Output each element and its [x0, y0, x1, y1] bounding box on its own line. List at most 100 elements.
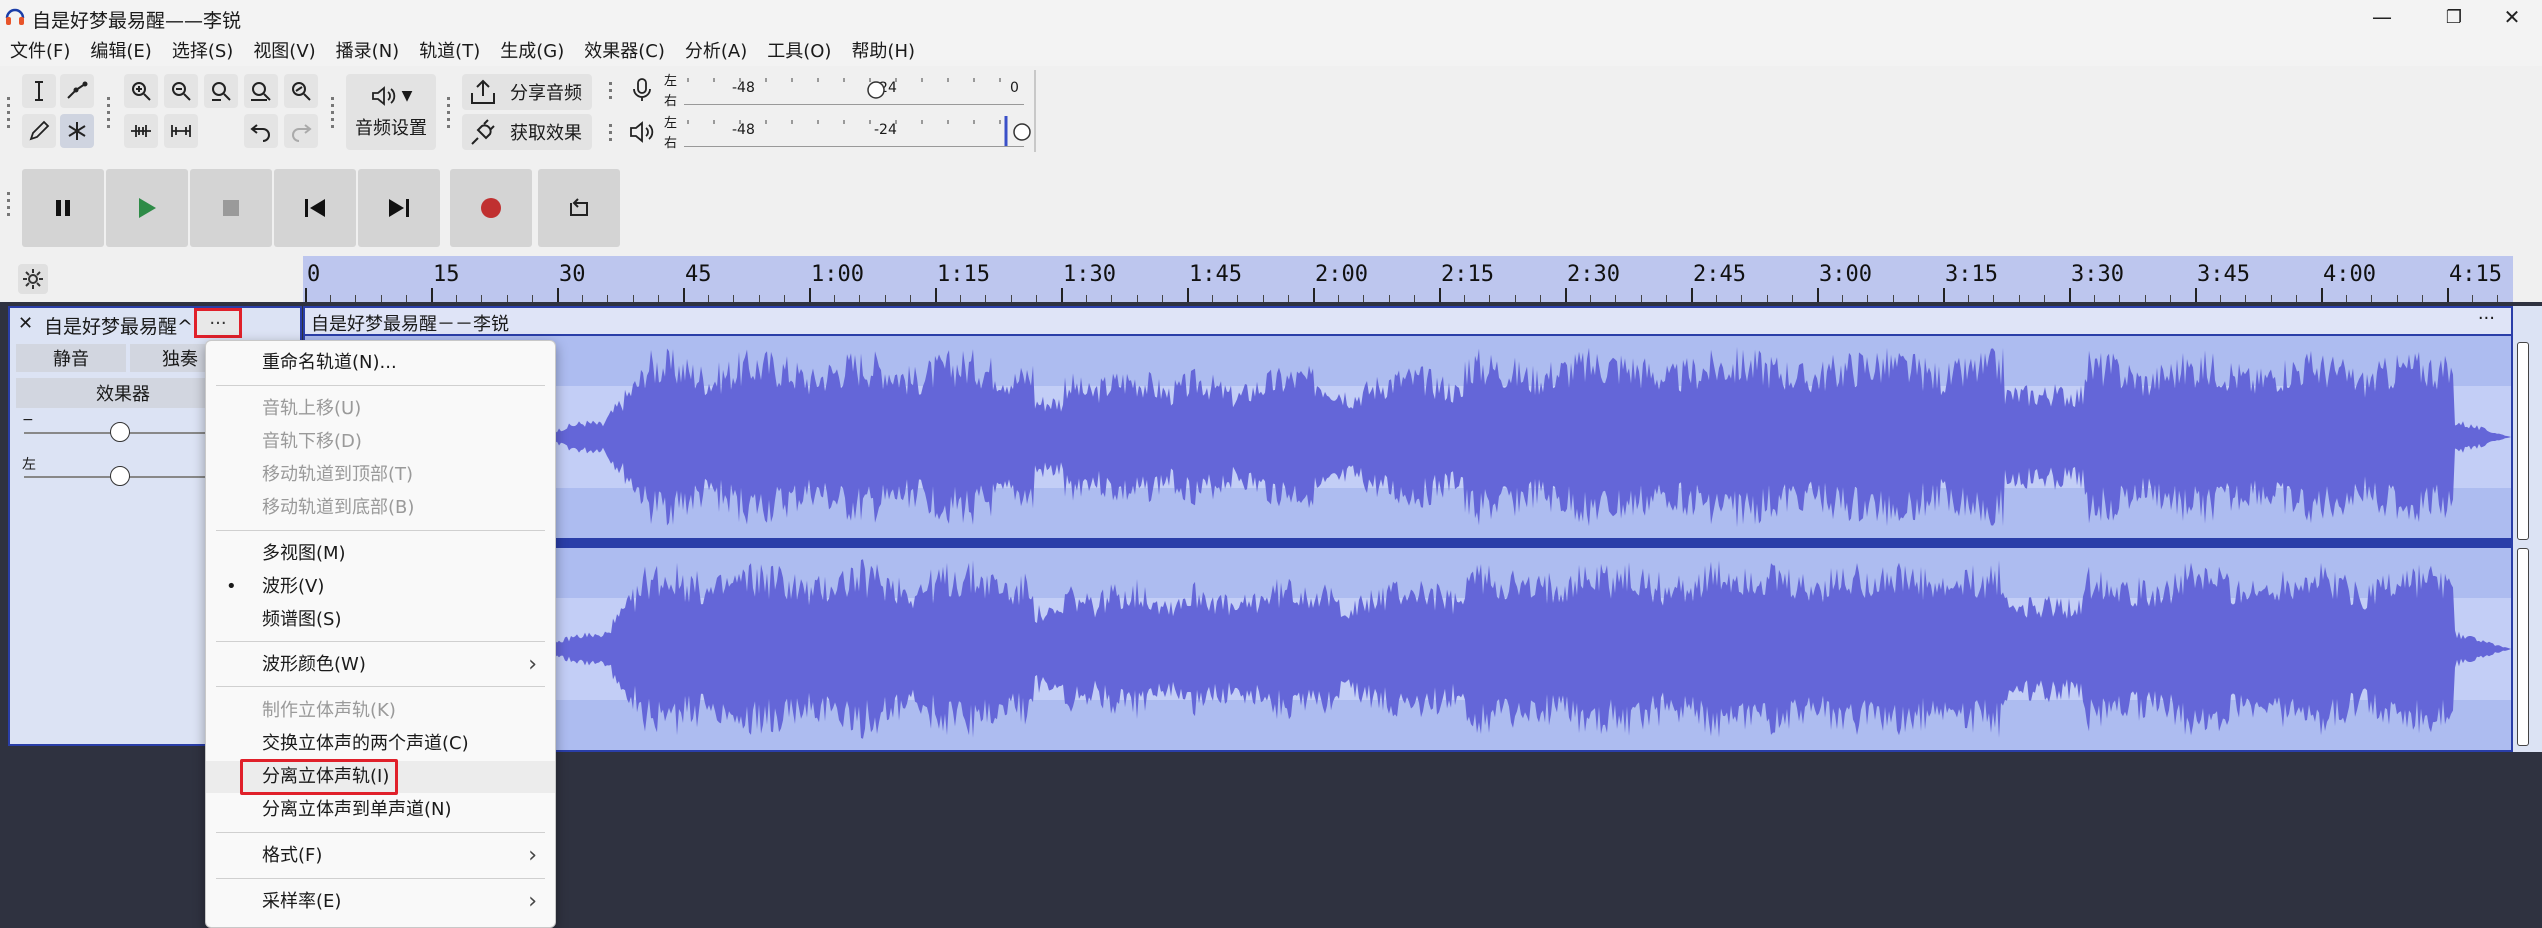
track-close-button[interactable]: ✕ [18, 313, 33, 334]
minimize-button[interactable]: — [2352, 0, 2412, 34]
menu-item-waveform[interactable]: • 波形(V) [206, 571, 555, 603]
undo-button[interactable] [244, 114, 278, 148]
menu-item-sample-rate[interactable]: 采样率(E) › [206, 886, 555, 918]
audio-clip[interactable]: 自是好梦最易醒－－李锐 ··· [303, 306, 2513, 752]
menu-file[interactable]: 文件(F) [0, 37, 80, 63]
ruler-minor-tick [1464, 295, 1466, 302]
trim-audio-button[interactable] [124, 114, 158, 148]
meter-slider-thumb[interactable] [1012, 122, 1032, 142]
menu-item-spectrogram[interactable]: 频谱图(S) [206, 604, 555, 636]
fit-project-button[interactable] [244, 74, 278, 108]
ruler-minor-tick [1363, 295, 1365, 302]
ruler-minor-tick [1741, 295, 1743, 302]
zoom-in-button[interactable] [124, 74, 158, 108]
ruler-minor-tick [330, 295, 332, 302]
ruler-minor-tick [380, 295, 382, 302]
menu-generate[interactable]: 生成(G) [490, 37, 574, 63]
draw-tool-button[interactable] [22, 114, 56, 148]
ruler-minor-tick [1489, 295, 1491, 302]
menu-item-split-mono[interactable]: 分离立体声到单声道(N) [206, 794, 555, 826]
meter-slider-thumb[interactable] [866, 80, 886, 100]
toolbar-grip[interactable] [328, 74, 336, 150]
gain-slider-thumb[interactable] [110, 422, 130, 442]
toolbar-grip[interactable] [4, 174, 12, 234]
menu-item-swap-channels[interactable]: 交换立体声的两个声道(C) [206, 728, 555, 760]
menu-analyze[interactable]: 分析(A) [675, 37, 757, 63]
mute-button[interactable]: 静音 [16, 344, 126, 372]
play-button[interactable] [106, 169, 188, 247]
record-meter-button[interactable] [626, 72, 658, 108]
share-audio-button[interactable]: 分享音频 [462, 74, 592, 110]
ruler-minor-tick [1237, 295, 1239, 302]
menu-view[interactable]: 视图(V) [243, 37, 325, 63]
effects-button[interactable]: 效果器 [16, 378, 230, 408]
ruler-minor-tick [506, 295, 508, 302]
menu-tracks[interactable]: 轨道(T) [409, 37, 490, 63]
menu-select[interactable]: 选择(S) [162, 37, 243, 63]
toolbar-grip[interactable] [606, 116, 614, 148]
silence-audio-button[interactable] [164, 114, 198, 148]
playback-meter[interactable]: 左 右 -48 -24 [662, 112, 1032, 151]
menu-item-rename-track[interactable]: 重命名轨道(N)... [206, 347, 555, 379]
vertical-scale-panel[interactable] [2513, 306, 2542, 752]
ruler-tick-label: 4:15 [2449, 262, 2502, 287]
playback-meter-button[interactable] [626, 114, 658, 150]
ruler-tick-label: 3:15 [1945, 262, 1998, 287]
ruler-minor-tick [1615, 295, 1617, 302]
maximize-button[interactable]: ❐ [2424, 0, 2484, 34]
menu-edit[interactable]: 编辑(E) [80, 37, 161, 63]
loop-button[interactable] [538, 169, 620, 247]
toolbar-grip[interactable] [444, 74, 452, 150]
menu-item-format[interactable]: 格式(F) › [206, 840, 555, 872]
zoom-toggle-button[interactable] [284, 74, 318, 108]
menu-item-multi-view[interactable]: 多视图(M) [206, 538, 555, 570]
ruler-minor-tick [960, 295, 962, 302]
plug-icon [471, 119, 495, 145]
toolbar-grip[interactable] [606, 74, 614, 106]
audio-setup-button[interactable]: ▼ 音频设置 [346, 74, 436, 150]
zoom-in-icon [132, 82, 151, 101]
track-menu-button[interactable]: ··· [194, 308, 242, 338]
timeline-ruler[interactable]: 0 15 30 45 1:00 1:15 1:30 1:45 2:00 2:15 2:30 2:45 3… [303, 256, 2513, 302]
undo-icon [250, 124, 270, 142]
menu-item-wave-color[interactable]: 波形颜色(W) › [206, 649, 555, 681]
skip-to-start-button[interactable] [274, 169, 356, 247]
ruler-minor-tick [2220, 295, 2222, 302]
menu-transport[interactable]: 播录(N) [326, 37, 410, 63]
pause-button[interactable] [22, 169, 104, 247]
meter-scale: -48 -24 [684, 116, 1031, 147]
pan-slider-thumb[interactable] [110, 466, 130, 486]
gain-minus-label: − [22, 412, 34, 428]
ruler-major-tick [683, 288, 685, 302]
toolbar-grip[interactable] [104, 74, 112, 150]
record-button[interactable] [450, 169, 532, 247]
menu-tools[interactable]: 工具(O) [757, 37, 841, 63]
toolbar-grip[interactable] [4, 74, 12, 150]
ruler-major-tick [1943, 288, 1945, 302]
waveform-display[interactable] [305, 336, 2511, 750]
scrollbar-thumb[interactable] [2517, 342, 2529, 540]
clip-menu-button[interactable]: ··· [2478, 308, 2495, 329]
redo-button[interactable] [284, 114, 318, 148]
scrollbar-thumb[interactable] [2517, 548, 2529, 746]
ruler-major-tick [431, 288, 433, 302]
menu-help[interactable]: 帮助(H) [841, 37, 925, 63]
timeline-options-button[interactable] [18, 264, 48, 294]
menu-item-split-stereo[interactable]: 分离立体声轨(I) [206, 759, 555, 795]
ruler-minor-tick [531, 295, 533, 302]
zoom-out-button[interactable] [164, 74, 198, 108]
skip-to-end-button[interactable] [358, 169, 440, 247]
stop-button[interactable] [190, 169, 272, 247]
clip-header[interactable]: 自是好梦最易醒－－李锐 ··· [305, 308, 2511, 335]
get-effects-button[interactable]: 获取效果 [462, 114, 592, 150]
selection-tool-button[interactable] [22, 74, 56, 108]
track-name[interactable]: 自是好梦最易醒^ [44, 312, 193, 339]
record-meter[interactable]: 左 右 -48 -24 0 [662, 70, 1032, 109]
menu-effect[interactable]: 效果器(C) [574, 37, 675, 63]
close-window-button[interactable]: ✕ [2482, 0, 2542, 34]
chevron-right-icon: › [528, 843, 537, 868]
fit-selection-button[interactable] [204, 74, 238, 108]
multi-tool-button[interactable] [60, 114, 94, 148]
ruler-minor-tick [985, 295, 987, 302]
envelope-tool-button[interactable] [60, 74, 94, 108]
